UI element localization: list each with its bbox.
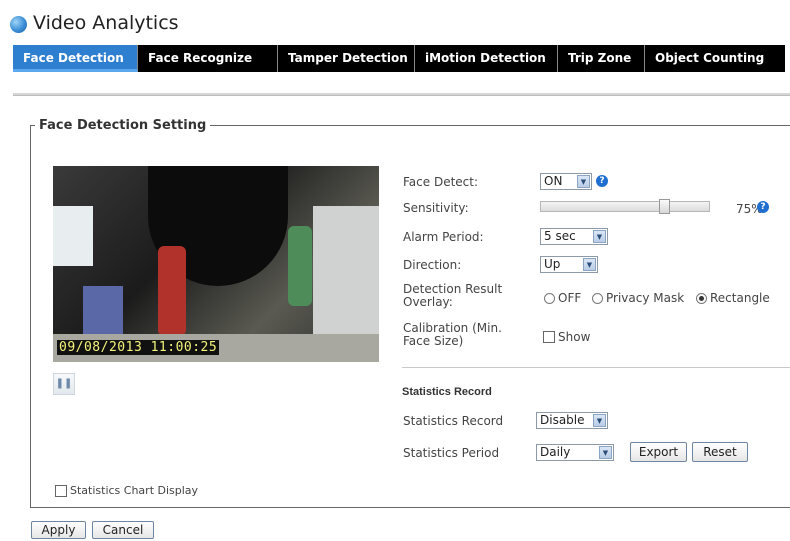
- sensitivity-label: Sensitivity:: [403, 201, 469, 215]
- help-icon[interactable]: ?: [757, 201, 769, 213]
- chevron-down-icon: ▼: [599, 446, 612, 459]
- statistics-period-label: Statistics Period: [403, 446, 500, 460]
- pause-button[interactable]: ❚❚: [53, 373, 75, 395]
- overlay-rectangle-label: Rectangle: [710, 291, 770, 305]
- export-button[interactable]: Export: [630, 442, 687, 462]
- app-header: Video Analytics: [10, 8, 179, 38]
- tab-face-detection[interactable]: Face Detection: [13, 45, 138, 72]
- face-detect-label: Face Detect:: [403, 175, 479, 189]
- alarm-period-select[interactable]: 5 sec ▼: [540, 228, 608, 245]
- radio-off[interactable]: [544, 292, 555, 304]
- tab-bar: Face Detection Face Recognize Tamper Det…: [13, 45, 785, 72]
- calibration-show-label: Show: [558, 330, 591, 344]
- chart-display-checkbox[interactable]: [55, 484, 67, 497]
- chevron-down-icon: ▼: [593, 230, 606, 243]
- face-detect-select[interactable]: ON ▼: [540, 173, 592, 190]
- tab-trip-zone[interactable]: Trip Zone: [558, 45, 645, 72]
- slider-handle[interactable]: [659, 199, 670, 214]
- overlay-option-privacy-mask[interactable]: Privacy Mask: [592, 291, 684, 305]
- statistics-period-select[interactable]: Daily ▼: [536, 444, 614, 461]
- tab-object-counting[interactable]: Object Counting: [645, 45, 785, 72]
- direction-label: Direction:: [403, 258, 462, 272]
- app-logo-icon: [10, 15, 27, 33]
- cancel-button[interactable]: Cancel: [92, 521, 154, 539]
- statistics-title: Statistics Record: [402, 386, 492, 398]
- radio-rectangle[interactable]: [696, 292, 707, 304]
- tab-face-recognize[interactable]: Face Recognize: [138, 45, 278, 72]
- radio-privacy-mask[interactable]: [592, 292, 603, 304]
- overlay-off-label: OFF: [558, 291, 582, 305]
- sensitivity-slider[interactable]: [540, 199, 710, 214]
- calibration-show-row[interactable]: Show: [543, 330, 590, 344]
- direction-value: Up: [544, 257, 561, 271]
- header-divider: [13, 93, 790, 96]
- face-detect-value: ON: [544, 174, 563, 188]
- tab-tamper-detection[interactable]: Tamper Detection: [278, 45, 415, 72]
- calibration-show-checkbox[interactable]: [543, 331, 555, 343]
- statistics-record-value: Disable: [540, 413, 585, 427]
- pause-icon: ❚❚: [55, 378, 73, 389]
- chevron-down-icon: ▼: [583, 258, 596, 271]
- overlay-privacy-label: Privacy Mask: [606, 291, 685, 305]
- alarm-period-value: 5 sec: [544, 229, 576, 243]
- settings-legend: Face Detection Setting: [39, 118, 207, 133]
- overlay-option-off[interactable]: OFF: [544, 291, 581, 305]
- chevron-down-icon: ▼: [577, 175, 590, 188]
- section-divider: [402, 367, 790, 368]
- help-icon[interactable]: ?: [596, 175, 608, 187]
- statistics-period-value: Daily: [540, 445, 571, 459]
- chevron-down-icon: ▼: [593, 414, 606, 427]
- overlay-option-rectangle[interactable]: Rectangle: [696, 291, 770, 305]
- chart-display-label: Statistics Chart Display: [70, 484, 199, 497]
- page-title: Video Analytics: [33, 12, 179, 34]
- tab-imotion-detection[interactable]: iMotion Detection: [415, 45, 558, 72]
- calibration-label: Calibration (Min. Face Size): [403, 321, 502, 348]
- statistics-record-select[interactable]: Disable ▼: [536, 412, 608, 429]
- chart-display-row[interactable]: Statistics Chart Display: [55, 484, 198, 497]
- direction-select[interactable]: Up ▼: [540, 256, 598, 273]
- statistics-record-label: Statistics Record: [403, 414, 504, 428]
- video-preview: 09/08/2013 11:00:25: [53, 166, 379, 362]
- reset-button[interactable]: Reset: [692, 442, 748, 462]
- video-timestamp: 09/08/2013 11:00:25: [57, 340, 220, 355]
- apply-button[interactable]: Apply: [31, 521, 86, 539]
- overlay-label: Detection Result Overlay:: [403, 282, 503, 309]
- alarm-period-label: Alarm Period:: [403, 230, 484, 244]
